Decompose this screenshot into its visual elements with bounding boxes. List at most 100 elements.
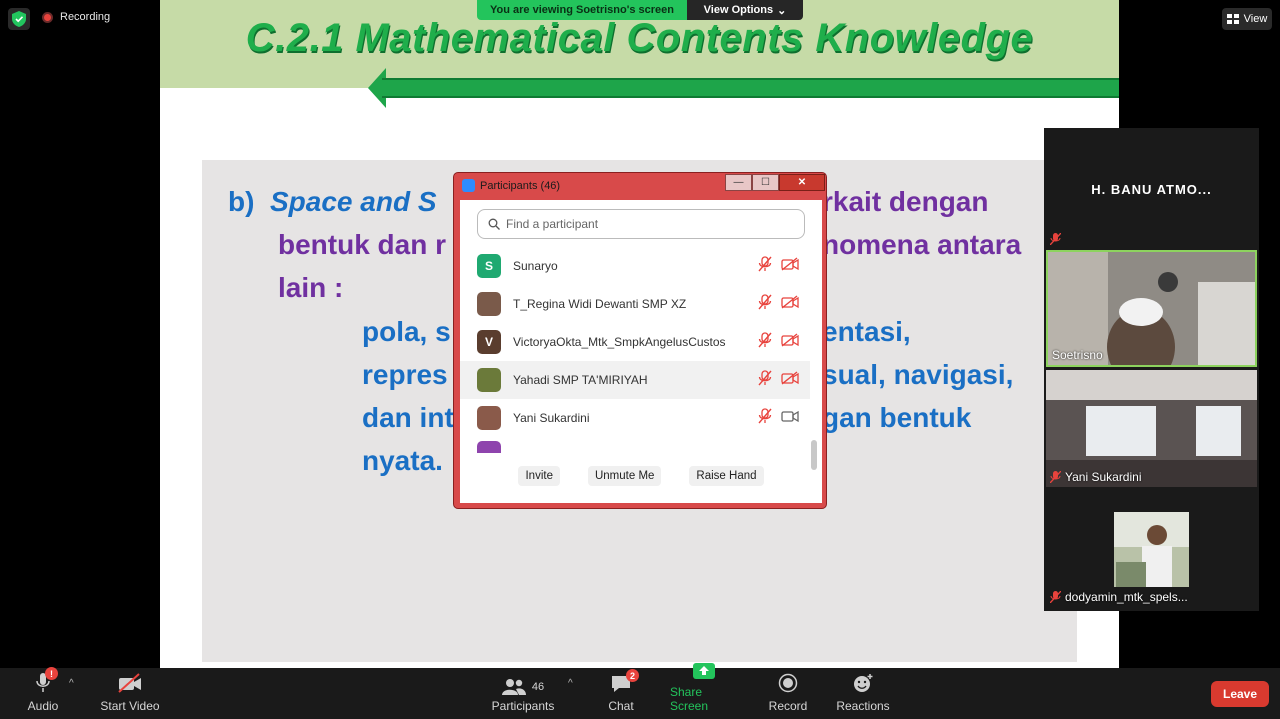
slide-line-5-left: repres [362,359,448,390]
participant-status-icons [757,369,799,391]
video-gallery-panel: H. BANU ATMO... Soetrisno Yani Sukardini… [1044,128,1259,611]
record-label: Record [768,699,808,713]
participants-count: 46 [531,681,545,693]
security-shield-icon[interactable] [8,8,30,30]
muted-mic-icon[interactable] [757,407,773,429]
view-button[interactable]: View [1222,8,1272,30]
video-tile-footer: Yani Sukardini [1050,470,1142,484]
video-tile-footer [1050,233,1061,245]
record-icon [778,673,798,696]
recording-label: Recording [60,11,111,23]
participant-avatar: S [477,254,501,278]
muted-mic-icon [1050,471,1061,483]
video-on-icon[interactable] [781,409,799,428]
participants-options-caret-icon[interactable]: ^ [568,678,573,689]
muted-mic-icon [1050,233,1061,245]
maximize-button[interactable]: ☐ [752,174,779,191]
participant-row[interactable]: V VictoryaOkta_Mtk_SmpkAngelusCustos [460,323,810,361]
video-tile[interactable]: dodyamin_mtk_spels... [1046,490,1257,607]
participant-name-label: dodyamin_mtk_spels... [1065,590,1188,604]
muted-mic-icon[interactable] [757,331,773,353]
participant-row[interactable]: Yahadi SMP TA'MIRIYAH [460,361,810,399]
zoom-meeting-window: C.2.1 Mathematical Contents Knowledge b)… [0,0,1280,719]
participants-label: Participants [491,699,555,713]
video-off-icon[interactable] [781,294,799,314]
start-video-button[interactable]: Start Video [98,668,162,719]
participant-name: T_Regina Widi Dewanti SMP XZ [513,297,687,311]
slide-line-2-right: nomena antara [822,229,1022,260]
chat-icon: 2 [611,669,639,696]
video-tile[interactable]: Yani Sukardini [1046,370,1257,487]
participant-name-label: Yani Sukardini [1065,470,1142,484]
search-box[interactable] [477,209,805,239]
muted-mic-icon [1050,591,1061,603]
slide-line-4-left: pola, s [362,316,451,347]
search-icon [488,218,500,230]
partial-avatar [477,441,501,453]
chat-button[interactable]: 2 Chat [604,668,639,719]
bullet-label: b) [228,186,255,217]
participants-dialog[interactable]: Participants (46) — ☐ ✕ S Sunaryo T_Regina… [453,172,827,509]
dialog-actions: Invite Unmute Me Raise Hand [460,466,822,486]
view-options-button[interactable]: View Options ⌄ [687,0,803,20]
dialog-titlebar[interactable]: Participants (46) [462,179,560,192]
participant-avatar [477,368,501,392]
participant-avatar: V [477,330,501,354]
invite-button[interactable]: Invite [518,466,560,486]
participant-row[interactable]: Yani Sukardini [460,399,810,437]
dialog-title: Participants (46) [480,179,561,192]
video-off-icon[interactable] [781,256,799,276]
slide-line-3: lain : [278,272,344,303]
muted-mic-icon[interactable] [757,369,773,391]
arrow-decoration-bar [382,78,1119,98]
participant-name: Yahadi SMP TA'MIRIYAH [513,373,648,387]
view-label: View [1243,13,1268,25]
video-off-icon[interactable] [781,370,799,390]
participant-status-icons [757,407,799,429]
video-tile-footer: Soetrisno [1052,348,1103,362]
minimize-button[interactable]: — [725,174,752,191]
record-button[interactable]: Record [768,668,808,719]
participant-status-icons [757,331,799,353]
microphone-icon: ! [36,667,58,696]
participants-icon: 46 [501,678,545,696]
recording-indicator[interactable]: Recording [42,11,110,23]
video-tile[interactable]: H. BANU ATMO... [1046,130,1257,247]
participant-list[interactable]: S Sunaryo T_Regina Widi Dewanti SMP XZ V Vic… [460,247,812,453]
slide-line-6-right: gan bentuk [822,402,972,433]
participant-avatar [477,406,501,430]
share-screen-button[interactable]: Share Screen [670,663,738,719]
reactions-button[interactable]: Reactions [836,668,890,719]
search-input[interactable] [506,217,786,231]
video-tile-active[interactable]: Soetrisno [1046,250,1257,367]
chevron-down-icon: ⌄ [777,4,787,17]
audio-button[interactable]: ! Audio [20,667,66,719]
participant-row[interactable]: T_Regina Widi Dewanti SMP XZ [460,285,810,323]
record-dot-icon [42,11,53,23]
viewing-label: You are viewing Soetrisno's screen [477,0,687,20]
video-off-icon [117,673,143,696]
slide-line-7: nyata. [362,445,443,476]
participants-button[interactable]: 46 Participants [490,668,556,719]
zoom-app-icon [462,179,475,192]
chat-badge: 2 [626,669,639,682]
video-off-icon[interactable] [781,332,799,352]
participant-name-large: H. BANU ATMO... [1091,182,1212,197]
unmute-me-button[interactable]: Unmute Me [587,466,662,486]
muted-mic-icon[interactable] [757,293,773,315]
raise-hand-button[interactable]: Raise Hand [689,466,764,486]
slide-line-1-right: rkait dengan [822,186,989,217]
audio-options-caret-icon[interactable]: ^ [69,678,74,689]
view-options-label: View Options [703,4,774,16]
slide-line-2-left: bentuk dan r [278,229,447,260]
leave-button[interactable]: Leave [1211,681,1269,707]
slide-line-5-right: sual, navigasi, [822,359,1014,390]
participant-status-icons [757,255,799,277]
audio-alert-badge: ! [45,667,58,680]
participant-row[interactable]: S Sunaryo [460,247,810,285]
participant-status-icons [757,293,799,315]
participant-name: Sunaryo [513,259,558,273]
chat-label: Chat [608,699,634,713]
close-button[interactable]: ✕ [779,174,825,191]
muted-mic-icon[interactable] [757,255,773,277]
